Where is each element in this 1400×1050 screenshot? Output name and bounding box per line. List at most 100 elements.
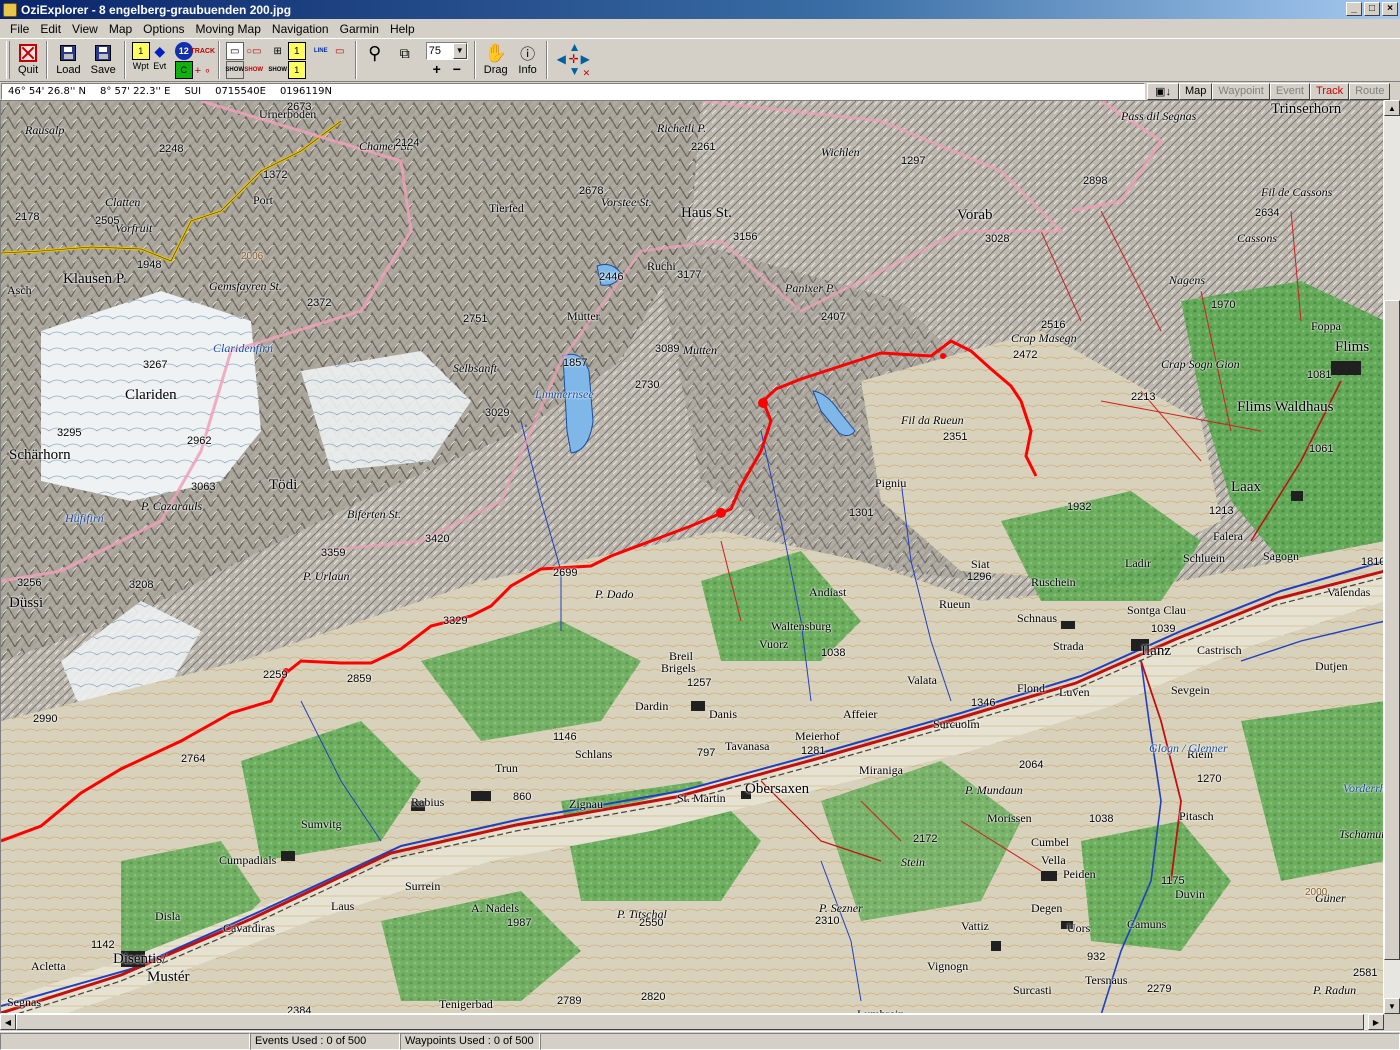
- menu-moving-map[interactable]: Moving Map: [196, 22, 261, 36]
- map-elevation-label: 1039: [1151, 623, 1176, 635]
- tab-track[interactable]: Track: [1310, 82, 1350, 100]
- info-button[interactable]: ⓘ Info: [515, 41, 541, 79]
- line-icon[interactable]: LINE: [312, 42, 330, 60]
- horizontal-scrollbar[interactable]: ◀ ▶: [0, 1014, 1384, 1030]
- latitude-text: 46° 54' 26.8'' N: [8, 85, 86, 97]
- map-elevation-label: 1810: [1361, 556, 1384, 568]
- drag-button[interactable]: ✋ Drag: [481, 41, 511, 79]
- minimize-button[interactable]: _: [1346, 2, 1362, 16]
- map-place-label: Tenigerbad: [439, 997, 493, 1011]
- scroll-up-icon[interactable]: ▲: [1384, 100, 1400, 116]
- find-button[interactable]: ⚲: [362, 41, 388, 79]
- map-view[interactable]: Urnerboden Chamer St. Rausalp Port Clatten Vo…: [0, 100, 1384, 1014]
- menu-view[interactable]: View: [72, 22, 98, 36]
- pan-left-icon[interactable]: ◀: [557, 53, 566, 65]
- horizontal-scroll-thumb[interactable]: [16, 1014, 1364, 1030]
- zoom-value: 75: [428, 45, 441, 57]
- map-elevation-label: 1061: [1309, 443, 1334, 455]
- show-routes-icon[interactable]: SHOW: [268, 61, 287, 79]
- map-place-label: Valata: [907, 673, 937, 687]
- title-bar[interactable]: OziExplorer - 8 engelberg-graubuenden 20…: [0, 0, 1400, 19]
- chevron-down-icon[interactable]: ▼: [452, 43, 467, 59]
- waypoint-tool-icon[interactable]: 1: [131, 42, 150, 60]
- map-elevation-label: 2248: [159, 143, 184, 155]
- event-list-icon[interactable]: ○▭: [245, 42, 263, 60]
- tab-route[interactable]: Route: [1349, 82, 1391, 100]
- map-place-label: Pigniu: [875, 476, 907, 490]
- zoom-in-icon[interactable]: +: [433, 61, 441, 77]
- save-button[interactable]: Save: [88, 41, 119, 79]
- scroll-down-icon[interactable]: ▼: [1384, 998, 1400, 1014]
- vertical-scrollbar[interactable]: ▲ ▼: [1384, 100, 1400, 1014]
- map-elevation-label: 2006: [241, 251, 264, 262]
- menu-map[interactable]: Map: [109, 22, 132, 36]
- map-place-label: Flims: [1335, 339, 1370, 355]
- route-edit-icon[interactable]: 1: [287, 42, 306, 60]
- menu-navigation[interactable]: Navigation: [272, 22, 329, 36]
- green-marker-icon[interactable]: C: [174, 61, 193, 79]
- map-place-label: Düssi: [9, 595, 44, 611]
- map-place-label: Acletta: [31, 959, 66, 973]
- save-position-button[interactable]: ▣↓: [1147, 82, 1179, 100]
- map-place-label: Vorfruit: [115, 221, 153, 235]
- add-point-icon[interactable]: + ∘: [194, 61, 212, 79]
- vertical-scroll-thumb[interactable]: [1384, 300, 1400, 960]
- menu-edit[interactable]: Edit: [40, 22, 61, 36]
- map-place-label: Wichlen: [821, 145, 860, 159]
- map-elevation-label: 2261: [691, 141, 716, 153]
- scroll-left-icon[interactable]: ◀: [0, 1014, 16, 1030]
- event-tool-icon[interactable]: ◆: [151, 42, 169, 60]
- load-button[interactable]: Load: [53, 41, 83, 79]
- menu-file[interactable]: File: [10, 22, 29, 36]
- zoom-out-icon[interactable]: −: [453, 61, 461, 77]
- close-button[interactable]: ×: [1382, 2, 1398, 16]
- map-elevation-label: 2699: [553, 567, 578, 579]
- map-elevation-label: 860: [513, 791, 532, 803]
- map-place-label: Klausen P.: [63, 271, 127, 287]
- pan-close-icon[interactable]: ✕: [583, 67, 591, 79]
- map-elevation-label: 1146: [553, 731, 577, 743]
- pan-right-icon[interactable]: ▶: [581, 53, 590, 65]
- zoom-select[interactable]: 75 ▼: [425, 42, 468, 60]
- map-place-label: Miraniga: [859, 763, 903, 777]
- quit-button[interactable]: Quit: [15, 41, 41, 79]
- map-place-label: P. Sezner: [819, 901, 863, 915]
- maximize-button[interactable]: □: [1364, 2, 1380, 16]
- zoom-control: 75 ▼ + −: [425, 42, 468, 77]
- tab-waypoint[interactable]: Waypoint: [1212, 82, 1270, 100]
- mode-tabs: ▣↓ Map Waypoint Event Track Route: [1147, 82, 1391, 100]
- windows-icon: ⧉: [399, 44, 410, 61]
- map-place-label: Disla: [155, 909, 181, 923]
- window-arrange-button[interactable]: ⧉: [392, 41, 418, 79]
- status-rest: [540, 1032, 1400, 1050]
- map-elevation-label: 2000: [1305, 887, 1328, 898]
- toolbar-grip[interactable]: [6, 41, 10, 79]
- menu-options[interactable]: Options: [143, 22, 184, 36]
- show-waypoints-icon[interactable]: SHOW: [225, 61, 244, 79]
- save-label: Save: [90, 64, 116, 76]
- map-place-label: Crap Masegn: [1011, 331, 1077, 345]
- pan-down-icon[interactable]: ▼: [569, 65, 581, 77]
- show-tools-2: ⊞ 1 SHOW 1: [268, 42, 306, 79]
- waypoint-list-icon[interactable]: ▭: [225, 42, 244, 60]
- route-number-icon[interactable]: 1: [287, 61, 306, 79]
- menu-garmin[interactable]: Garmin: [340, 22, 379, 36]
- map-place-label: Stein: [901, 855, 925, 869]
- map-place-label: Surcasti: [1013, 983, 1052, 997]
- map-place-label: Andiast: [809, 585, 847, 599]
- map-elevation-label: 2962: [187, 435, 212, 447]
- map-elevation-label: 2124: [395, 137, 420, 149]
- map-elevation-label: 2178: [15, 211, 40, 223]
- map-place-label: Hüfifirn: [65, 511, 104, 525]
- tab-event[interactable]: Event: [1269, 82, 1310, 100]
- route-list-icon[interactable]: ⊞: [269, 42, 287, 60]
- pan-control[interactable]: ▲ ◀ ✛ ▶ ▼ ✕: [557, 41, 593, 79]
- map-elevation-label: 2310: [815, 915, 840, 927]
- scroll-right-icon[interactable]: ▶: [1368, 1014, 1384, 1030]
- line-style-icon[interactable]: ▭: [331, 42, 349, 60]
- menu-help[interactable]: Help: [390, 22, 415, 36]
- map-place-label: Schlans: [575, 747, 613, 761]
- tab-map[interactable]: Map: [1179, 82, 1213, 100]
- track-icon[interactable]: TRACK: [191, 42, 216, 60]
- show-events-icon[interactable]: SHOW: [244, 61, 263, 79]
